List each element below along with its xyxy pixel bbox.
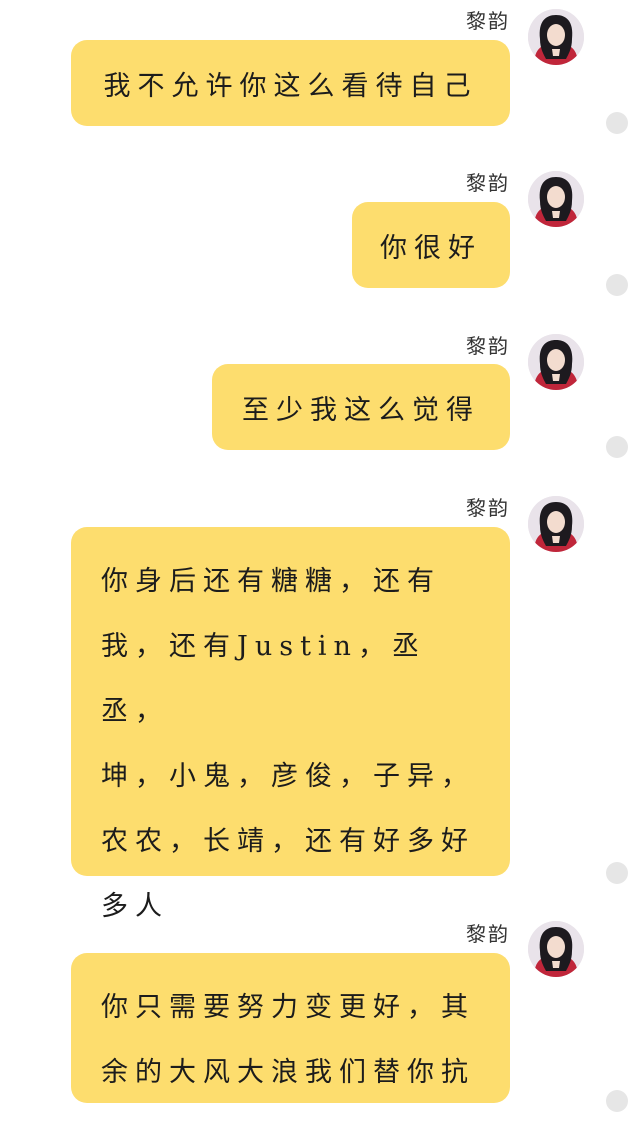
message-bubble[interactable]: 至少我这么觉得: [212, 364, 510, 450]
message-line: 坤，小鬼，彦俊，子异，: [101, 761, 475, 792]
status-dot-icon: [606, 436, 628, 458]
avatar-portrait-icon: [528, 171, 584, 227]
message-line: 农农，长靖，还有好多好: [101, 826, 475, 857]
status-dot-icon: [606, 862, 628, 884]
sender-name: 黎韵: [466, 9, 510, 33]
avatar[interactable]: [528, 171, 584, 227]
status-dot-icon: [606, 274, 628, 296]
message-line: 余的大风大浪我们替你抗: [101, 1057, 475, 1088]
message-line: 多人: [101, 891, 169, 922]
message-bubble[interactable]: 我不允许你这么看待自己: [71, 40, 510, 126]
avatar-portrait-icon: [528, 496, 584, 552]
sender-name: 黎韵: [466, 171, 510, 195]
avatar[interactable]: [528, 496, 584, 552]
status-dot-icon: [606, 112, 628, 134]
sender-name: 黎韵: [466, 922, 510, 946]
avatar[interactable]: [528, 9, 584, 65]
message-bubble[interactable]: 你只需要努力变更好，其 余的大风大浪我们替你抗: [71, 953, 510, 1103]
status-dot-icon: [606, 1090, 628, 1112]
message-bubble[interactable]: 你身后还有糖糖，还有 我，还有Justin，丞丞， 坤，小鬼，彦俊，子异， 农农…: [71, 527, 510, 922]
sender-name: 黎韵: [466, 334, 510, 358]
avatar-portrait-icon: [528, 334, 584, 390]
message-line: 你只需要努力变更好，其: [101, 992, 475, 1023]
avatar-portrait-icon: [528, 9, 584, 65]
message-line: 我，还有Justin，丞丞，: [101, 631, 426, 727]
sender-name: 黎韵: [466, 496, 510, 520]
avatar-portrait-icon: [528, 921, 584, 977]
avatar[interactable]: [528, 334, 584, 390]
avatar[interactable]: [528, 921, 584, 977]
message-line: 你身后还有糖糖，还有: [101, 566, 441, 597]
message-bubble[interactable]: 你很好: [352, 202, 510, 288]
